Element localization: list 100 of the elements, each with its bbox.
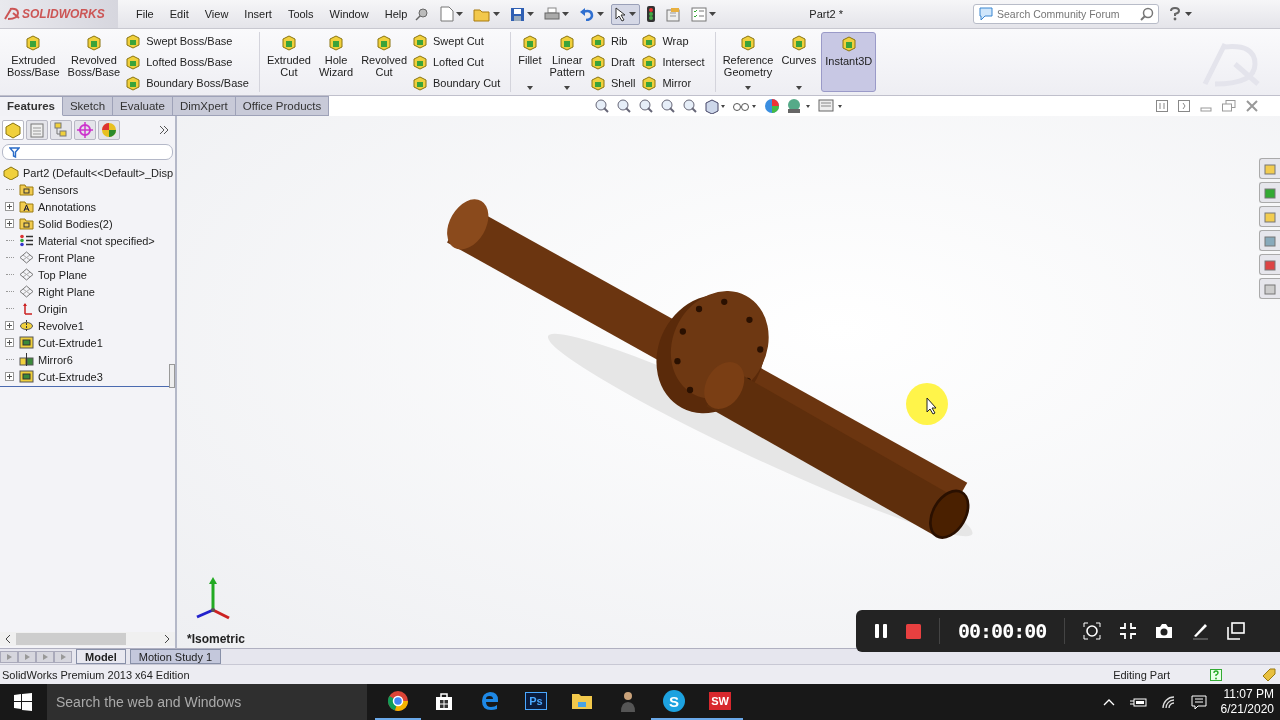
tag-icon[interactable]	[1262, 667, 1276, 682]
tree-item[interactable]: Sensors	[19, 183, 79, 196]
ribbon-button[interactable]: Boundary Boss/Base	[125, 74, 253, 92]
zoom-icon[interactable]	[638, 98, 655, 114]
taskbar-search-field[interactable]: Search the web and Windows	[47, 684, 367, 720]
tree-item[interactable]: Front Plane	[19, 251, 95, 264]
model-tab[interactable]: Model	[76, 649, 126, 664]
windows-start-icon[interactable]	[14, 693, 32, 711]
wifi-icon[interactable]	[1160, 695, 1177, 709]
stop-icon[interactable]	[906, 623, 921, 639]
tree-item[interactable]: Origin	[19, 302, 68, 315]
horizontal-scrollbar[interactable]	[0, 632, 175, 646]
filter-field[interactable]	[2, 144, 173, 160]
zoom-icon[interactable]	[660, 98, 677, 114]
tree-item[interactable]: Annotations	[19, 200, 97, 213]
command-tab[interactable]: Sketch	[62, 96, 114, 116]
ribbon-button[interactable]: Intersect	[641, 53, 709, 71]
task-pane-tab[interactable]	[1259, 254, 1280, 275]
search-bar[interactable]: Search Community Forum	[973, 4, 1159, 24]
expand-toggle-icon[interactable]	[5, 338, 14, 347]
scroll-left-icon[interactable]	[4, 634, 12, 644]
clock-date[interactable]: 6/21/2020	[1220, 702, 1274, 717]
tree-item[interactable]: Top Plane	[19, 268, 87, 281]
taskbar-app[interactable]: SW	[697, 684, 743, 720]
caret-icon[interactable]	[1185, 12, 1192, 16]
tree-item[interactable]: Cut-Extrude1	[19, 336, 103, 349]
ribbon-button[interactable]: Linear Pattern	[546, 32, 588, 92]
tree-item[interactable]: Part2 (Default<<Default>_Disp	[0, 164, 175, 181]
battery-icon[interactable]	[1128, 696, 1147, 708]
help-icon[interactable]	[1210, 668, 1222, 681]
region-capture-icon[interactable]	[1083, 622, 1102, 640]
menu-item[interactable]: Tools	[279, 8, 322, 20]
command-tab[interactable]: DimXpert	[172, 96, 236, 116]
tile-right-icon[interactable]	[1178, 100, 1190, 112]
tab-nav-icon[interactable]	[54, 650, 72, 663]
configuration-tab-icon[interactable]	[50, 120, 72, 140]
ribbon-button[interactable]: Wrap	[641, 32, 709, 50]
feature-tree-tab-icon[interactable]	[2, 120, 24, 140]
clock-time[interactable]: 11:07 PM	[1223, 687, 1274, 702]
search-icon[interactable]	[1140, 7, 1154, 21]
shrink-icon[interactable]	[1119, 622, 1138, 640]
color-ball-icon[interactable]	[764, 98, 781, 114]
tile-left-icon[interactable]	[1156, 100, 1168, 112]
close-icon[interactable]	[1246, 100, 1258, 112]
tree-item[interactable]: Revolve1	[19, 319, 84, 332]
help-icon[interactable]	[1169, 7, 1181, 21]
ribbon-button[interactable]: Reference Geometry	[719, 32, 777, 92]
appearance-tab-icon[interactable]	[98, 120, 120, 140]
zoom-icon[interactable]	[594, 98, 611, 114]
ribbon-button[interactable]: Revolved Cut	[358, 32, 410, 92]
menu-item[interactable]: Window	[321, 8, 377, 20]
expand-toggle-icon[interactable]	[5, 219, 14, 228]
ribbon-button[interactable]: Boundary Cut	[412, 74, 505, 92]
ribbon-button[interactable]: Fillet	[515, 32, 545, 92]
zoom-icon[interactable]	[682, 98, 699, 114]
ribbon-button[interactable]: Shell	[589, 74, 640, 92]
crosshair-tab-icon[interactable]	[74, 120, 96, 140]
menu-item[interactable]: Help	[376, 8, 416, 20]
expand-toggle-icon[interactable]	[5, 321, 14, 330]
ribbon-button[interactable]: Instant3D	[821, 32, 877, 92]
tab-nav-icon[interactable]	[36, 650, 54, 663]
ribbon-button[interactable]: Lofted Boss/Base	[125, 53, 253, 71]
panel-collapse-handle[interactable]	[169, 364, 175, 388]
ribbon-button[interactable]: Extruded Boss/Base	[4, 32, 63, 92]
tab-nav-icon[interactable]	[18, 650, 36, 663]
select-button[interactable]	[611, 3, 641, 25]
show-hidden-icons-icon[interactable]	[1102, 698, 1115, 706]
tree-item[interactable]: Mirror6	[19, 353, 73, 366]
menu-item[interactable]: View	[196, 8, 237, 20]
ribbon-button[interactable]: Rib	[589, 32, 640, 50]
command-tab[interactable]: Office Products	[235, 96, 330, 116]
scene-icon[interactable]	[786, 98, 813, 114]
pen-icon[interactable]	[1191, 622, 1210, 640]
ribbon-button[interactable]: Mirror	[641, 74, 709, 92]
zoom-icon[interactable]	[616, 98, 633, 114]
ribbon-button[interactable]: Swept Cut	[412, 32, 505, 50]
command-tab[interactable]: Features	[0, 96, 63, 116]
menu-item[interactable]: Edit	[161, 8, 197, 20]
tree-item[interactable]: Cut-Extrude3	[19, 370, 103, 383]
tab-nav-icon[interactable]	[0, 650, 18, 663]
camera-icon[interactable]	[1155, 623, 1174, 639]
scroll-right-icon[interactable]	[163, 634, 171, 644]
tree-item[interactable]: Material <not specified>	[19, 234, 155, 247]
window-icon[interactable]	[1227, 622, 1246, 640]
ribbon-button[interactable]: Extruded Cut	[263, 32, 314, 92]
ribbon-button[interactable]: Revolved Boss/Base	[64, 32, 124, 92]
restore-icon[interactable]	[1222, 100, 1236, 112]
expand-toggle-icon[interactable]	[5, 372, 14, 381]
command-tab[interactable]: Evaluate	[113, 96, 173, 116]
taskbar-app[interactable]: Ps	[513, 684, 559, 720]
ribbon-button[interactable]: Hole Wizard	[315, 32, 357, 92]
menu-item[interactable]: File	[128, 8, 162, 20]
task-pane-tab[interactable]	[1259, 182, 1280, 203]
task-pane-tab[interactable]	[1259, 230, 1280, 251]
cube-icon[interactable]	[704, 98, 727, 114]
expand-toggle-icon[interactable]	[5, 202, 14, 211]
model-tab[interactable]: Motion Study 1	[129, 649, 222, 664]
menu-item[interactable]: Insert	[236, 8, 280, 20]
search-field[interactable]: Search Community Forum	[997, 8, 1137, 20]
display-settings-icon[interactable]	[818, 98, 845, 114]
